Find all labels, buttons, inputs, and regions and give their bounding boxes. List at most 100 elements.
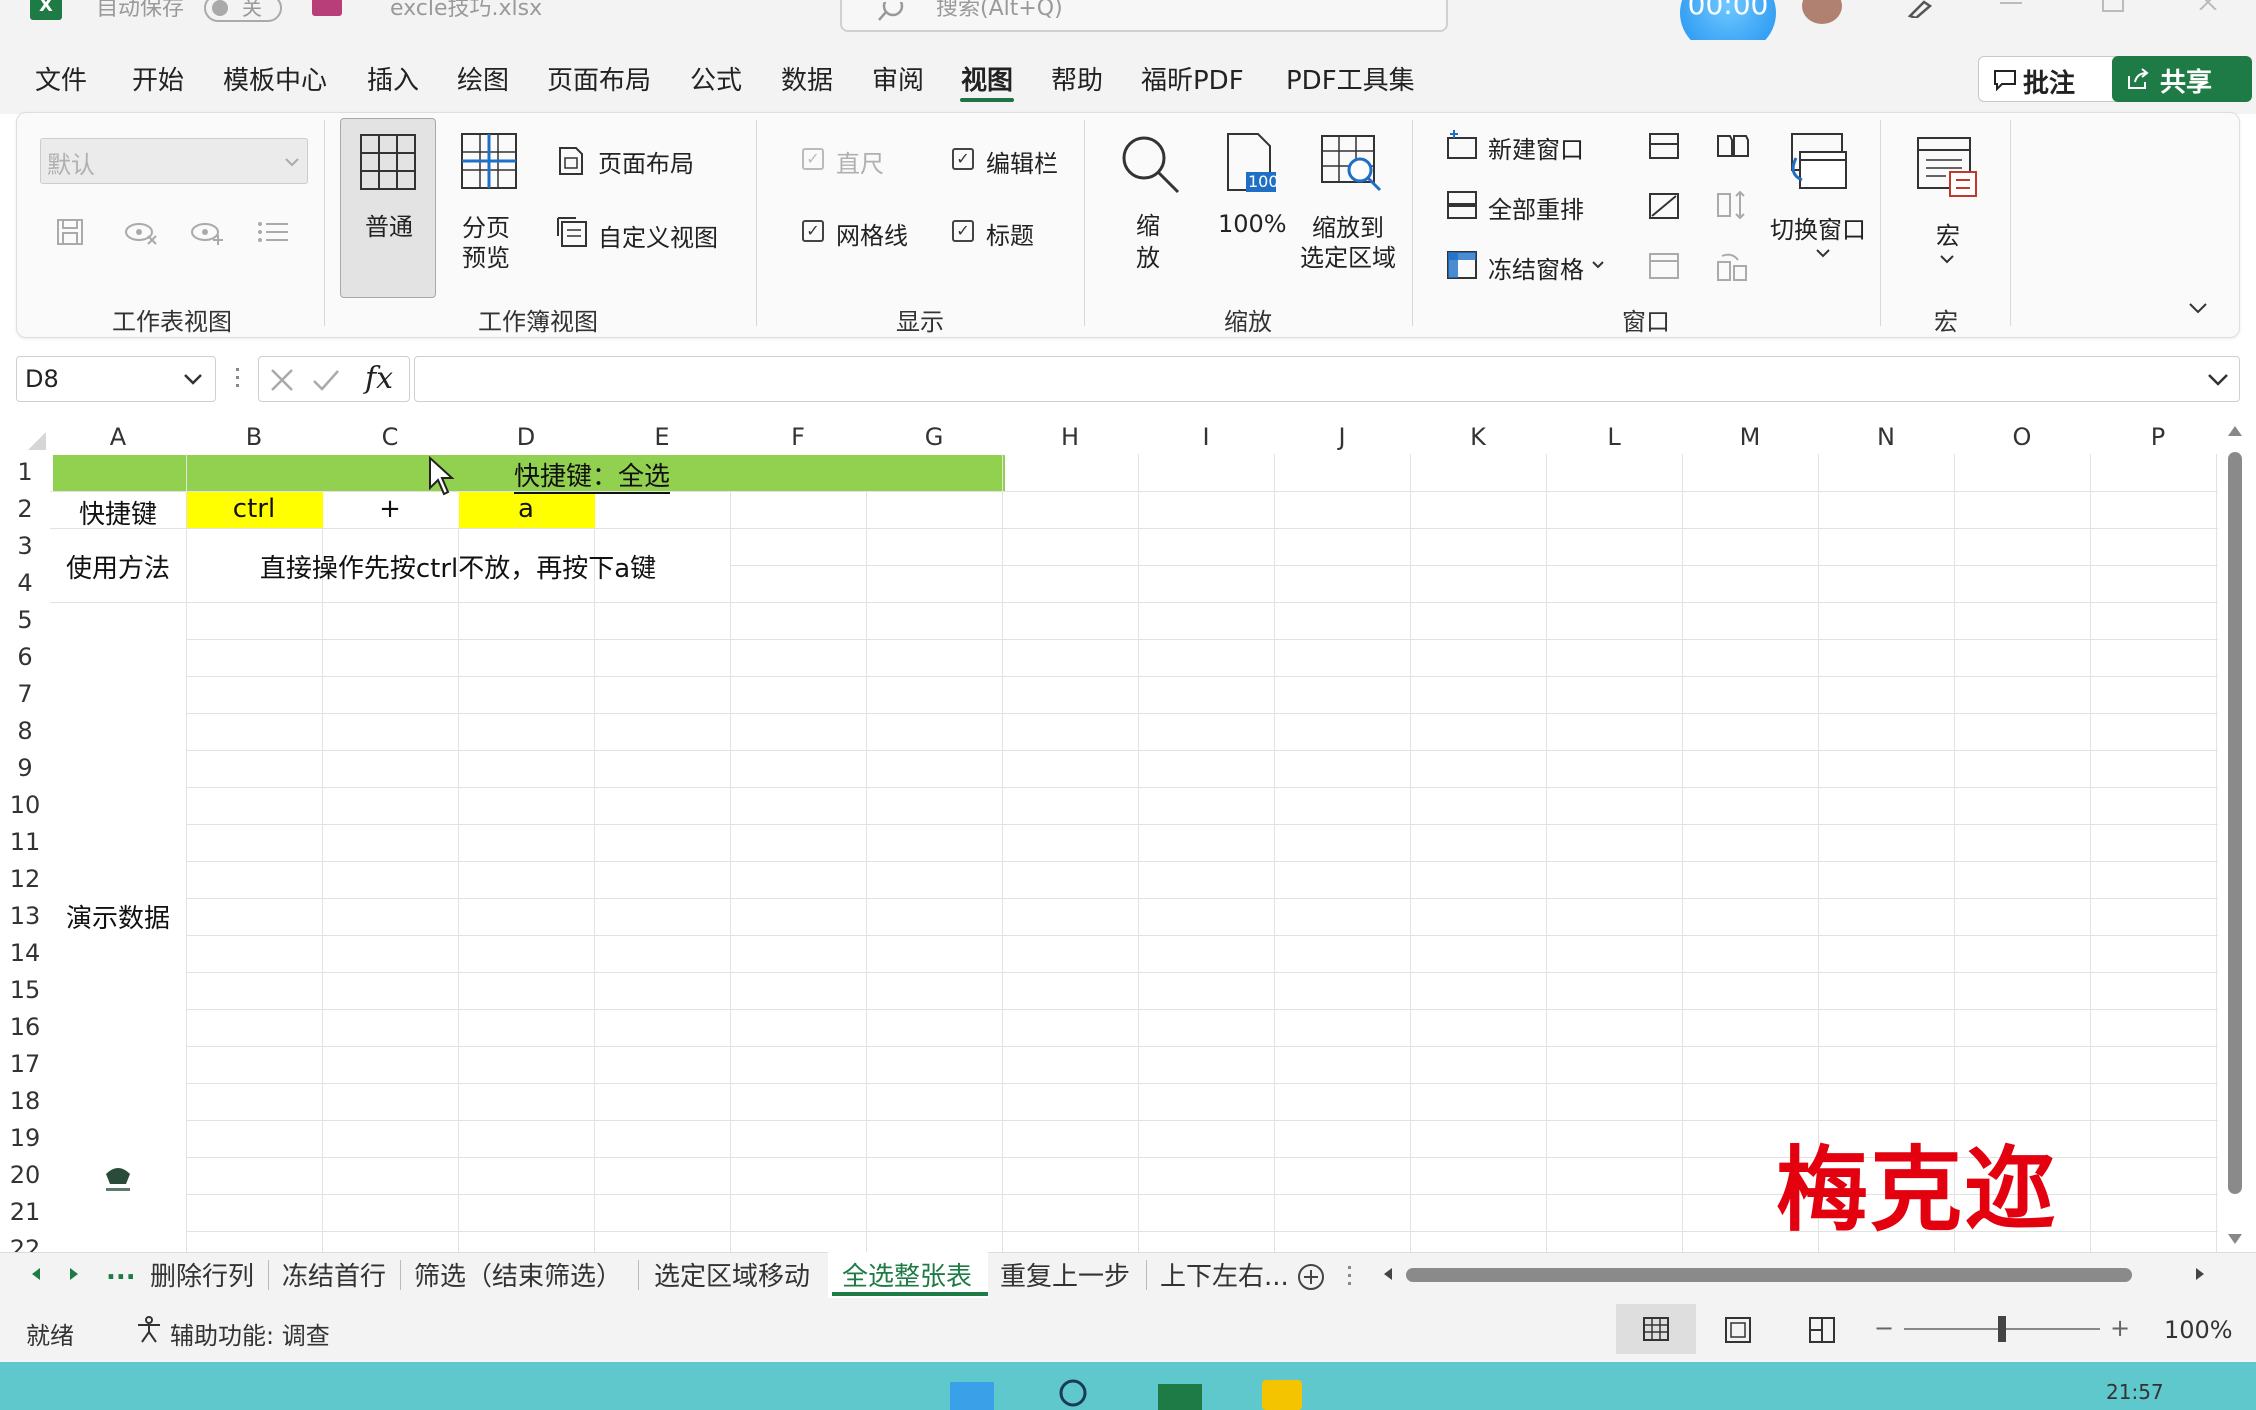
menu-formulas[interactable]: 公式: [690, 60, 742, 97]
normal-view-button[interactable]: 普通: [340, 118, 436, 298]
menu-foxit-pdf[interactable]: 福昕PDF: [1141, 60, 1244, 97]
select-all-corner-icon[interactable]: [24, 430, 48, 452]
pen-icon[interactable]: [1906, 0, 1936, 18]
autosave-toggle[interactable]: 关: [204, 0, 282, 22]
exit-view-icon[interactable]: [124, 220, 158, 246]
keep-view-icon[interactable]: [56, 218, 84, 246]
options-list-icon[interactable]: [256, 220, 290, 246]
new-window-button[interactable]: 新建窗口: [1444, 128, 1604, 164]
maximize-icon[interactable]: [2102, 0, 2124, 12]
scroll-down-icon[interactable]: [2226, 1232, 2244, 1246]
cell-c2[interactable]: +: [322, 494, 458, 524]
cell-b3[interactable]: 直接操作先按ctrl不放，再按下a键: [186, 548, 730, 585]
menu-help[interactable]: 帮助: [1051, 60, 1103, 97]
zoom-100-button[interactable]: 100 100%: [1210, 126, 1290, 246]
insert-function-icon[interactable]: fx: [365, 361, 393, 396]
column-header[interactable]: N: [1818, 416, 1954, 454]
row-header[interactable]: 16: [0, 1013, 50, 1041]
menu-view[interactable]: 视图: [961, 60, 1013, 97]
column-header[interactable]: E: [594, 416, 730, 454]
save-icon[interactable]: [312, 0, 342, 16]
headings-checkbox[interactable]: ✓: [952, 220, 974, 242]
sheet-tab[interactable]: 上下左右...: [1160, 1256, 1289, 1293]
cell-b2[interactable]: ctrl: [186, 494, 322, 524]
sheet-tab[interactable]: 选定区域移动: [654, 1256, 810, 1293]
row-header[interactable]: 21: [0, 1198, 50, 1226]
tab-splitter-icon[interactable]: [1348, 1266, 1352, 1290]
row-header[interactable]: 18: [0, 1087, 50, 1115]
menu-draw[interactable]: 绘图: [457, 60, 509, 97]
scroll-up-icon[interactable]: [2226, 424, 2244, 438]
column-header[interactable]: D: [458, 416, 594, 454]
row-header[interactable]: 17: [0, 1050, 50, 1078]
column-header[interactable]: H: [1002, 416, 1138, 454]
formula-bar-checkbox[interactable]: ✓: [952, 148, 974, 170]
gridlines-checkbox[interactable]: ✓: [802, 220, 824, 242]
column-header[interactable]: L: [1546, 416, 1682, 454]
formula-input[interactable]: [414, 356, 2240, 402]
more-sheets-left[interactable]: ...: [106, 1256, 136, 1286]
menu-templates[interactable]: 模板中心: [223, 60, 327, 97]
row-header[interactable]: 7: [0, 680, 50, 708]
unhide-window-icon[interactable]: [1648, 252, 1680, 280]
scroll-left-icon[interactable]: [1380, 1266, 1394, 1282]
minimize-icon[interactable]: [2000, 2, 2022, 4]
resize-handle-icon[interactable]: [236, 368, 240, 392]
cell-a2[interactable]: 快捷键: [50, 494, 186, 531]
collapse-ribbon-icon[interactable]: [2188, 302, 2208, 316]
freeze-panes-button[interactable]: 冻结窗格: [1444, 248, 1614, 284]
sheet-view-dropdown[interactable]: 默认: [40, 138, 308, 184]
zoom-to-selection-button[interactable]: 缩放到 选定区域: [1300, 126, 1410, 276]
menu-pdf-tools[interactable]: PDF工具集: [1286, 60, 1415, 97]
row-header[interactable]: 6: [0, 643, 50, 671]
sync-scroll-icon[interactable]: [1716, 188, 1750, 222]
next-sheet-icon[interactable]: [68, 1266, 82, 1282]
search-icon[interactable]: [1056, 1376, 1090, 1410]
horizontal-scrollbar-thumb[interactable]: [1406, 1268, 2132, 1282]
zoom-button[interactable]: 缩 放: [1110, 126, 1190, 276]
row-header[interactable]: 1: [0, 458, 50, 486]
row-header[interactable]: 10: [0, 791, 50, 819]
hide-window-icon[interactable]: [1648, 192, 1680, 220]
row-header[interactable]: 11: [0, 828, 50, 856]
page-layout-status-icon[interactable]: [1724, 1316, 1752, 1344]
share-button[interactable]: 共享: [2112, 56, 2252, 102]
name-box[interactable]: D8: [16, 356, 216, 402]
menu-home[interactable]: 开始: [132, 60, 184, 97]
zoom-in-icon[interactable]: +: [2110, 1314, 2130, 1342]
new-view-icon[interactable]: [190, 220, 224, 246]
row-header[interactable]: 5: [0, 606, 50, 634]
search-box[interactable]: 搜索(Alt+Q): [840, 0, 1448, 32]
zoom-slider-thumb[interactable]: [1998, 1316, 2006, 1342]
row-header[interactable]: 9: [0, 754, 50, 782]
column-header[interactable]: M: [1682, 416, 1818, 454]
column-header[interactable]: F: [730, 416, 866, 454]
menu-data[interactable]: 数据: [781, 60, 833, 97]
row-header[interactable]: 15: [0, 976, 50, 1004]
row-header[interactable]: 12: [0, 865, 50, 893]
windows-start-icon[interactable]: [950, 1382, 994, 1410]
view-side-by-side-icon[interactable]: [1716, 132, 1750, 160]
reset-position-icon[interactable]: [1716, 252, 1750, 282]
column-header[interactable]: K: [1410, 416, 1546, 454]
sheet-tab[interactable]: 冻结首行: [282, 1256, 386, 1293]
sheet-tab-active[interactable]: 全选整张表: [842, 1256, 972, 1293]
column-header[interactable]: O: [1954, 416, 2090, 454]
accessibility-icon[interactable]: [134, 1314, 164, 1344]
add-sheet-icon[interactable]: [1296, 1262, 1326, 1292]
column-header[interactable]: A: [50, 416, 186, 454]
prev-sheet-icon[interactable]: [28, 1266, 42, 1282]
menu-file[interactable]: 文件: [35, 60, 87, 97]
cancel-icon[interactable]: [269, 367, 295, 393]
row-header[interactable]: 8: [0, 717, 50, 745]
split-icon[interactable]: [1648, 132, 1680, 160]
column-header[interactable]: C: [322, 416, 458, 454]
row-header[interactable]: 19: [0, 1124, 50, 1152]
zoom-level[interactable]: 100%: [2164, 1316, 2233, 1344]
menu-review[interactable]: 审阅: [872, 60, 924, 97]
row-header[interactable]: 20: [0, 1161, 50, 1189]
menu-page-layout[interactable]: 页面布局: [547, 60, 651, 97]
sheet-tab[interactable]: 筛选（结束筛选）: [414, 1256, 622, 1293]
page-break-status-icon[interactable]: [1808, 1316, 1836, 1344]
row-header[interactable]: 2: [0, 495, 50, 523]
